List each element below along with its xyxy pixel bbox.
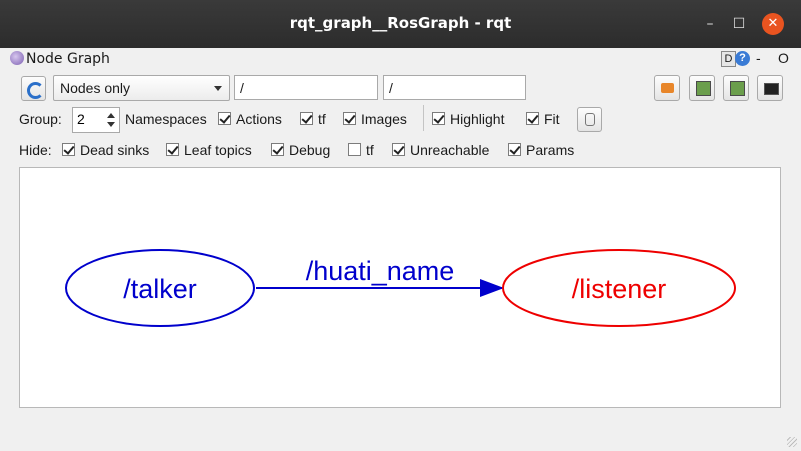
- unreachable-label: Unreachable: [410, 142, 490, 158]
- fit-view-button[interactable]: [577, 107, 602, 132]
- group-value[interactable]: [73, 108, 111, 130]
- debug-label: Debug: [289, 142, 331, 158]
- window-title: rqt_graph__RosGraph - rqt: [289, 14, 512, 32]
- minimize-plugin-button[interactable]: -: [756, 50, 761, 66]
- listener-node-label: /listener: [572, 274, 667, 304]
- window-titlebar: rqt_graph__RosGraph - rqt – ☐ ✕: [0, 0, 801, 48]
- hide-label: Hide:: [19, 142, 52, 158]
- tf-hide-checkbox[interactable]: [348, 143, 361, 156]
- talker-node-label: /talker: [123, 274, 197, 304]
- graph-mode-select[interactable]: Nodes only: [53, 75, 230, 101]
- save-dot-icon: [696, 81, 711, 96]
- graph-canvas[interactable]: /talker /huati_name /listener: [19, 167, 781, 408]
- save-image-button[interactable]: [757, 75, 783, 101]
- namespaces-label: Namespaces: [125, 111, 207, 127]
- graph-svg: /talker /huati_name /listener: [65, 249, 736, 327]
- dock-button[interactable]: D: [721, 51, 736, 67]
- topic-filter-field[interactable]: [384, 76, 525, 99]
- refresh-icon: [27, 82, 44, 99]
- spin-down-icon[interactable]: [107, 122, 115, 127]
- huati-name-edge-label: /huati_name: [306, 256, 455, 286]
- spin-up-icon[interactable]: [107, 113, 115, 118]
- group-spinbox[interactable]: [72, 107, 120, 133]
- params-label: Params: [526, 142, 575, 158]
- graph-mode-value: Nodes only: [60, 80, 131, 96]
- fit-checkbox[interactable]: [526, 112, 539, 125]
- tf-group-label: tf: [318, 111, 326, 127]
- params-checkbox[interactable]: [508, 143, 521, 156]
- topic-filter-input[interactable]: [383, 75, 526, 100]
- fit-icon: [585, 113, 595, 126]
- leaf-topics-checkbox[interactable]: [166, 143, 179, 156]
- fit-label: Fit: [544, 111, 560, 127]
- actions-label: Actions: [236, 111, 282, 127]
- node-filter-field[interactable]: [235, 76, 377, 99]
- dead-sinks-label: Dead sinks: [80, 142, 150, 158]
- toolbar-divider: [423, 105, 424, 131]
- save-dot-button[interactable]: [689, 75, 715, 101]
- plugin-header: Node Graph D ? - O: [0, 48, 801, 70]
- screen-icon: [764, 83, 779, 95]
- debug-checkbox[interactable]: [271, 143, 284, 156]
- close-button[interactable]: ✕: [762, 13, 784, 35]
- save-svg-icon: [730, 81, 745, 96]
- highlight-checkbox[interactable]: [432, 112, 445, 125]
- images-checkbox[interactable]: [343, 112, 356, 125]
- actions-checkbox[interactable]: [218, 112, 231, 125]
- load-dot-button[interactable]: [654, 75, 680, 101]
- chevron-down-icon: [214, 86, 222, 91]
- help-icon[interactable]: ?: [735, 51, 750, 66]
- group-label: Group:: [19, 111, 62, 127]
- folder-icon: [661, 83, 674, 93]
- node-filter-input[interactable]: [234, 75, 378, 100]
- dead-sinks-checkbox[interactable]: [62, 143, 75, 156]
- tf-group-checkbox[interactable]: [300, 112, 313, 125]
- maximize-button[interactable]: ☐: [728, 13, 750, 35]
- refresh-button[interactable]: [21, 76, 46, 101]
- unreachable-checkbox[interactable]: [392, 143, 405, 156]
- close-plugin-button[interactable]: O: [778, 50, 789, 66]
- resize-grip[interactable]: [787, 437, 797, 447]
- highlight-label: Highlight: [450, 111, 505, 127]
- minimize-button[interactable]: –: [699, 13, 721, 35]
- images-label: Images: [361, 111, 407, 127]
- plugin-title: Node Graph: [26, 51, 110, 67]
- node-graph-icon: [10, 51, 24, 65]
- tf-hide-label: tf: [366, 142, 374, 158]
- save-svg-button[interactable]: [723, 75, 749, 101]
- leaf-topics-label: Leaf topics: [184, 142, 252, 158]
